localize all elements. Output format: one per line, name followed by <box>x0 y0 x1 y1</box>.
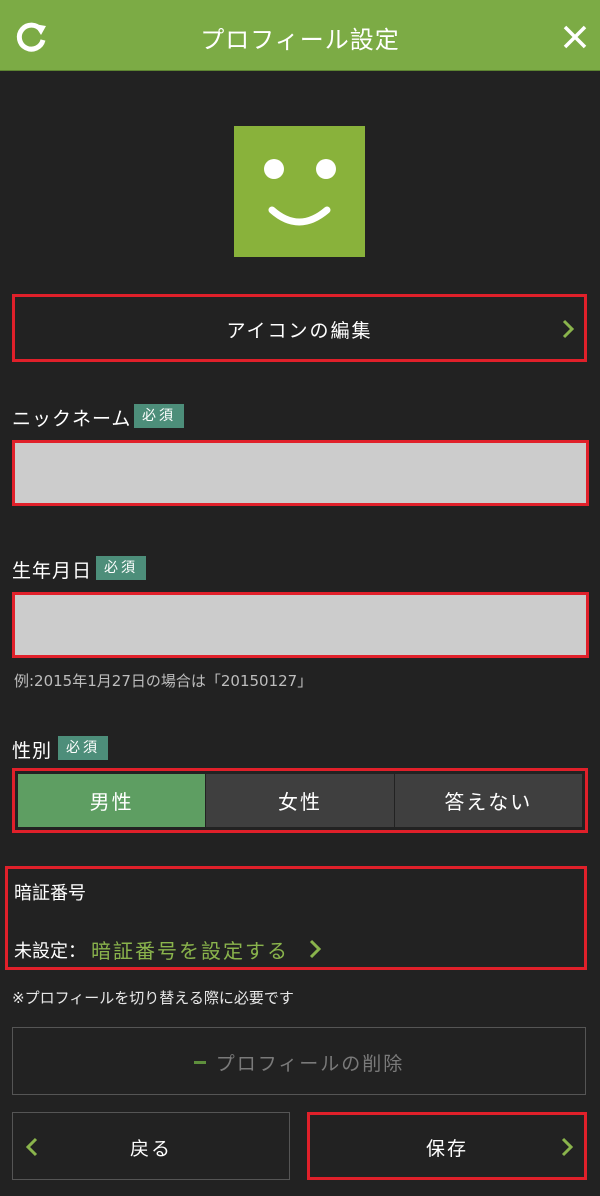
set-pin-link[interactable]: 暗証番号を設定する <box>91 935 289 964</box>
required-badge: 必須 <box>96 556 146 580</box>
gender-option-female[interactable]: 女性 <box>205 774 394 827</box>
app-header: プロフィール設定 <box>0 0 600 71</box>
pin-section: 暗証番号 未設定： 暗証番号を設定する <box>5 866 587 970</box>
page-title: プロフィール設定 <box>200 26 400 54</box>
gender-option-male[interactable]: 男性 <box>18 774 206 827</box>
gender-selector: 男性 女性 答えない <box>12 768 588 833</box>
close-icon[interactable] <box>562 24 588 50</box>
save-label: 保存 <box>425 1138 468 1160</box>
chevron-right-icon <box>309 939 322 959</box>
nickname-input[interactable] <box>12 440 589 506</box>
back-button[interactable]: 戻る <box>12 1112 290 1180</box>
back-label: 戻る <box>129 1138 172 1160</box>
edit-icon-button[interactable]: アイコンの編集 <box>12 294 587 362</box>
delete-profile-label: プロフィールの削除 <box>215 1053 405 1075</box>
birthday-input[interactable] <box>12 592 589 658</box>
pin-status: 未設定： <box>14 941 86 962</box>
gender-label: 性別 <box>12 740 53 762</box>
chevron-right-icon <box>562 319 575 339</box>
save-button[interactable]: 保存 <box>307 1112 587 1180</box>
birthday-label: 生年月日 <box>12 560 93 582</box>
nickname-label: ニックネーム <box>12 408 132 430</box>
smiley-face-icon <box>264 159 336 226</box>
pin-title: 暗証番号 <box>14 883 86 904</box>
required-badge: 必須 <box>58 736 108 760</box>
profile-avatar <box>234 126 365 257</box>
chevron-right-icon <box>561 1137 574 1157</box>
gender-option-no-answer[interactable]: 答えない <box>393 774 582 827</box>
pin-note: ※プロフィールを切り替える際に必要です <box>12 989 294 1007</box>
required-badge: 必須 <box>134 404 184 428</box>
birthday-hint: 例:2015年1月27日の場合は「20150127」 <box>14 672 313 690</box>
minus-icon <box>193 1061 206 1064</box>
edit-icon-label: アイコンの編集 <box>226 320 373 342</box>
delete-profile-button[interactable]: プロフィールの削除 <box>12 1027 586 1095</box>
